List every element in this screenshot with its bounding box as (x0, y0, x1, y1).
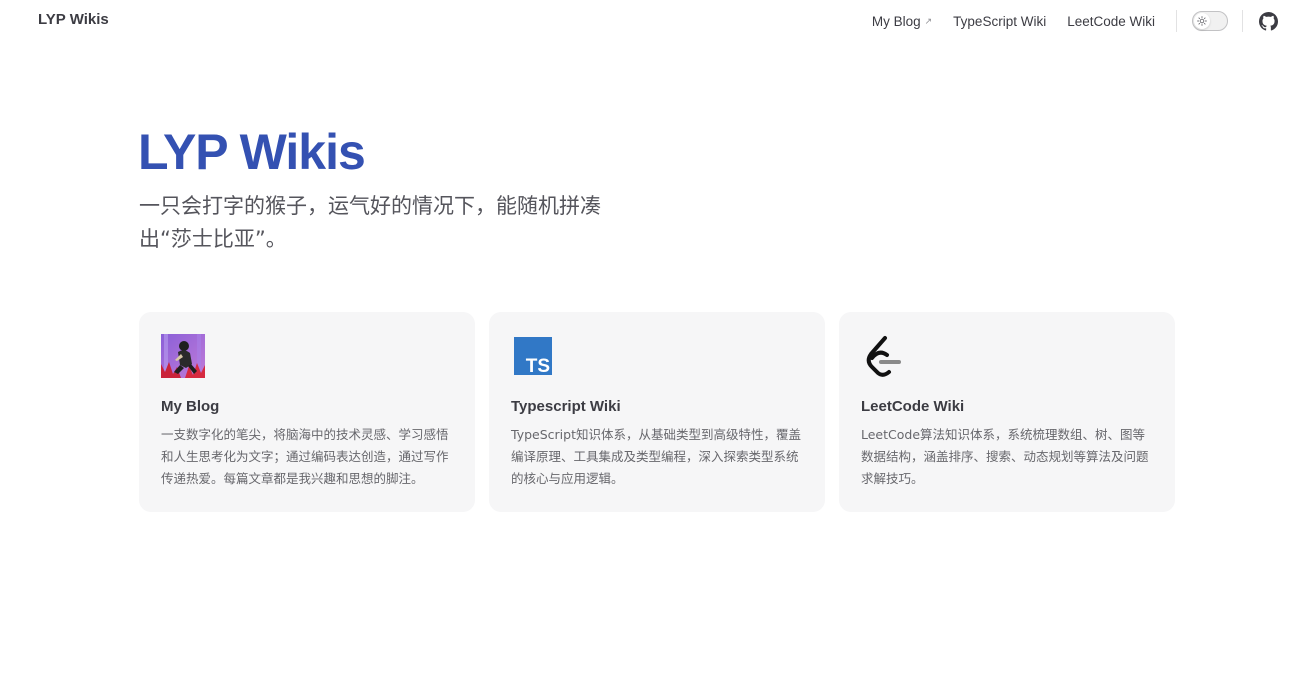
external-link-icon: ↗ (924, 15, 933, 26)
nav-link-my-blog[interactable]: My Blog ↗ (872, 14, 932, 29)
feature-details: 一支数字化的笔尖，将脑海中的技术灵感、学习感悟和人生思考化为文字；通过编码表达创… (161, 427, 449, 486)
site-title-link[interactable]: LYP Wikis (38, 11, 109, 28)
feature-details: LeetCode算法知识体系，系统梳理数组、树、图等数据结构，涵盖排序、搜索、动… (861, 427, 1149, 486)
feature-title: Typescript Wiki (511, 398, 621, 415)
feature-title: LeetCode Wiki (861, 398, 965, 415)
github-icon[interactable] (1258, 11, 1278, 31)
feature-title: My Blog (161, 398, 220, 415)
feature-details: TypeScript知识体系，从基础类型到高级特性，覆盖编译原理、工具集成及类型… (511, 427, 801, 486)
nav-link-typescript-wiki[interactable]: TypeScript Wiki (953, 14, 1046, 29)
blog-avatar-image (161, 334, 205, 378)
theme-toggle[interactable] (1192, 11, 1228, 31)
nav-links: My Blog ↗ TypeScript Wiki LeetCode Wiki (872, 0, 1294, 42)
top-navbar: LYP Wikis My Blog ↗ TypeScript Wiki Leet… (0, 0, 1294, 42)
nav-divider (1242, 10, 1243, 32)
nav-link-label: My Blog (871, 13, 921, 29)
feature-card-leetcode-wiki[interactable]: LeetCode Wiki LeetCode算法知识体系，系统梳理数组、树、图等… (839, 312, 1175, 512)
nav-link-leetcode-wiki[interactable]: LeetCode Wiki (1067, 14, 1155, 29)
typescript-icon: TS (511, 334, 555, 378)
feature-cards: My Blog 一支数字化的笔尖，将脑海中的技术灵感、学习感悟和人生思考化为文字… (139, 312, 1175, 512)
typescript-icon-text: TS (526, 356, 550, 377)
nav-divider (1176, 10, 1177, 32)
hero-tagline: 一只会打字的猴子，运气好的情况下，能随机拼凑出“莎士比亚”。 (139, 194, 601, 251)
sun-icon (1194, 13, 1210, 29)
leetcode-icon (861, 334, 905, 378)
feature-card-typescript-wiki[interactable]: TS Typescript Wiki TypeScript知识体系，从基础类型到… (489, 312, 825, 512)
feature-card-my-blog[interactable]: My Blog 一支数字化的笔尖，将脑海中的技术灵感、学习感悟和人生思考化为文字… (139, 312, 475, 512)
hero-title: LYP Wikis (138, 124, 366, 180)
